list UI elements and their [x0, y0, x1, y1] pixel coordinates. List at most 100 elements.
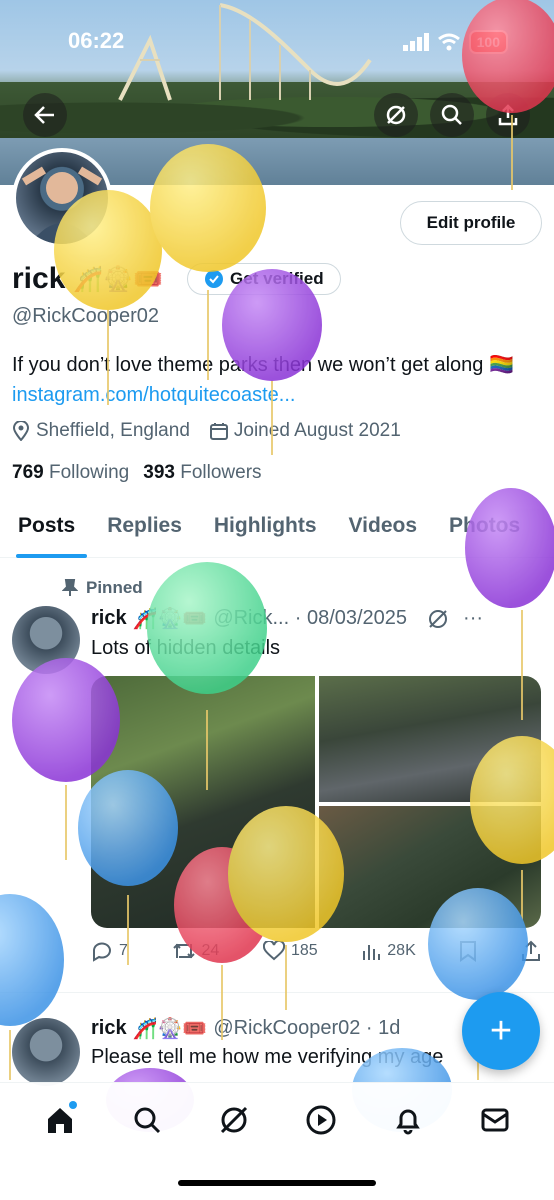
post-image[interactable]	[319, 676, 541, 802]
repost-count: 24	[201, 942, 220, 959]
heart-icon	[262, 941, 285, 961]
search-icon	[134, 1107, 160, 1134]
post-author-name[interactable]: rick	[91, 1017, 127, 1040]
grok-button[interactable]	[374, 93, 418, 137]
post-avatar[interactable]	[12, 606, 80, 674]
share-icon	[522, 940, 540, 961]
post-image[interactable]	[91, 676, 315, 928]
profile-name-row: rick 🎢🎡🎟️ Get verified	[12, 262, 341, 296]
post-header: rick 🎢🎡🎟️ @Rick... · 08/03/2025 ···	[91, 606, 483, 631]
search-button[interactable]	[430, 93, 474, 137]
grok-icon[interactable]	[427, 608, 449, 630]
tab-photos[interactable]: Photos	[431, 502, 534, 557]
post-avatar[interactable]	[12, 1018, 80, 1086]
location-text: Sheffield, England	[36, 420, 190, 441]
followers-link[interactable]: 393 Followers	[143, 462, 261, 484]
post-text: Please tell me how me verifying my age	[91, 1046, 444, 1068]
pinned-label: Pinned	[62, 578, 143, 598]
views-button[interactable]: 28K	[361, 941, 416, 961]
profile-tabs: Posts Replies Highlights Videos Photos	[0, 502, 554, 558]
balloon	[0, 894, 64, 1026]
share-post-button[interactable]	[521, 940, 541, 962]
profile-name: rick	[12, 262, 66, 295]
like-count: 185	[290, 942, 318, 959]
following-link[interactable]: 769 Following	[12, 462, 129, 484]
profile-location: Sheffield, England	[12, 420, 190, 442]
followers-count: 393	[143, 462, 175, 483]
post-actions: 7 24 185 28K	[91, 940, 541, 962]
home-indicator	[178, 1180, 376, 1186]
post-author-emoji: 🎢🎡🎟️	[132, 608, 208, 630]
status-icons: 100	[402, 30, 508, 54]
nav-video[interactable]	[304, 1103, 338, 1137]
post-author-emoji: 🎢🎡🎟️	[132, 1018, 208, 1040]
post-header: rick 🎢🎡🎟️ @RickCooper02 · 1d	[91, 1016, 400, 1041]
post-text: Lots of hidden details	[91, 637, 281, 659]
avatar-photo	[21, 166, 103, 244]
post-handle-date: @RickCooper02 · 1d	[213, 1017, 401, 1039]
tab-posts[interactable]: Posts	[0, 502, 89, 558]
home-icon	[47, 1108, 72, 1133]
search-icon	[441, 104, 462, 125]
back-button[interactable]	[23, 93, 67, 137]
tab-videos[interactable]: Videos	[331, 502, 431, 557]
bookmark-icon	[460, 941, 477, 962]
following-count: 769	[12, 462, 44, 483]
share-button[interactable]	[486, 93, 530, 137]
views-count: 28K	[387, 942, 416, 959]
pinned-text: Pinned	[86, 578, 143, 597]
pin-icon	[62, 579, 78, 596]
mail-icon	[481, 1108, 508, 1132]
bio-text: If you don’t love theme parks then we wo…	[12, 354, 514, 376]
notification-dot	[68, 1101, 77, 1109]
bio-link[interactable]: instagram.com/hotquitecoaste...	[12, 384, 295, 406]
reply-count: 7	[119, 942, 128, 959]
status-time: 06:22	[68, 28, 125, 53]
play-icon	[306, 1105, 335, 1135]
compose-button[interactable]: +	[462, 992, 540, 1070]
reply-icon	[93, 942, 111, 962]
profile-meta: Sheffield, England Joined August 2021	[12, 420, 401, 442]
location-icon	[12, 421, 30, 441]
profile-joined: Joined August 2021	[209, 420, 401, 442]
repost-icon	[172, 943, 195, 959]
nav-grok[interactable]	[217, 1103, 251, 1137]
post-author-name[interactable]: rick	[91, 607, 127, 630]
profile-handle: @RickCooper02	[12, 305, 160, 327]
following-label: Following	[48, 462, 130, 483]
repost-button[interactable]: 24	[172, 940, 220, 962]
signal-icon	[402, 33, 429, 51]
reply-button[interactable]: 7	[91, 940, 128, 962]
tab-replies[interactable]: Replies	[89, 502, 196, 557]
profile-name-emoji: 🎢🎡🎟️	[73, 265, 164, 293]
nav-messages[interactable]	[478, 1103, 512, 1137]
verified-badge-icon	[205, 270, 224, 288]
joined-text: Joined August 2021	[233, 420, 401, 441]
nav-search[interactable]	[130, 1103, 164, 1137]
bookmark-button[interactable]	[459, 940, 477, 962]
post-divider	[0, 992, 554, 993]
nav-home[interactable]	[43, 1101, 77, 1137]
wifi-icon	[437, 33, 460, 51]
get-verified-button[interactable]: Get verified	[187, 263, 341, 295]
edit-profile-button[interactable]: Edit profile	[400, 201, 542, 245]
profile-avatar[interactable]	[12, 148, 112, 248]
grok-icon	[220, 1106, 247, 1134]
status-bar: 06:22 100	[0, 24, 554, 60]
nav-notifications[interactable]	[391, 1103, 425, 1137]
post-more-icon[interactable]: ···	[463, 607, 483, 630]
followers-label: Followers	[180, 462, 262, 483]
get-verified-label: Get verified	[230, 269, 324, 288]
bell-icon	[395, 1109, 420, 1135]
share-icon	[498, 104, 518, 126]
post-handle-date: @Rick... · 08/03/2025	[213, 607, 408, 629]
calendar-icon	[209, 423, 228, 440]
arrow-left-icon	[34, 106, 54, 124]
like-button[interactable]: 185	[262, 941, 318, 961]
profile-bio: If you don’t love theme parks then we wo…	[12, 350, 532, 410]
grok-icon	[386, 105, 406, 125]
battery-indicator: 100	[468, 30, 508, 54]
nav-icons	[0, 1101, 554, 1137]
tab-highlights[interactable]: Highlights	[196, 502, 331, 557]
post-image[interactable]	[319, 806, 541, 928]
